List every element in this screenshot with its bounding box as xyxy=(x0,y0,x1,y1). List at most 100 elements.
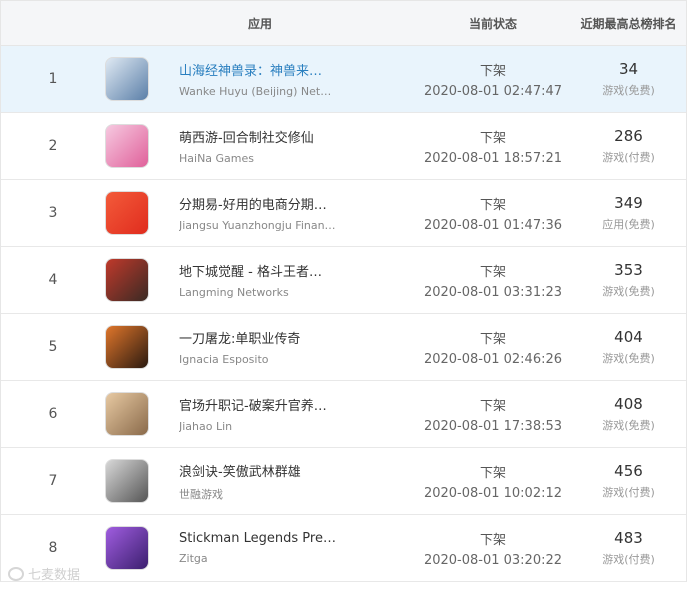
top-rank-category: 游戏(付费) xyxy=(602,553,655,566)
yidaotulong-app-icon[interactable] xyxy=(105,325,149,369)
app-icon-cell[interactable] xyxy=(105,448,179,514)
header-app[interactable]: 应用 xyxy=(105,1,415,45)
top-rank-category: 游戏(免费) xyxy=(602,285,655,298)
top-rank-cell: 286 游戏(付费) xyxy=(571,127,686,165)
status-time: 2020-08-01 03:31:23 xyxy=(423,284,563,300)
header-status[interactable]: 当前状态 xyxy=(415,1,571,45)
app-info: 一刀屠龙:单职业传奇 Ignacia Esposito xyxy=(179,328,415,366)
app-info: 分期易-好用的电商分期… Jiangsu Yuanzhongju Finan… xyxy=(179,194,415,232)
top-rank-cell: 34 游戏(免费) xyxy=(571,60,686,98)
status-time: 2020-08-01 02:47:47 xyxy=(423,83,563,99)
app-icon-cell[interactable] xyxy=(105,46,179,112)
langjianjue-app-icon[interactable] xyxy=(105,459,149,503)
status-text: 下架 xyxy=(479,264,506,280)
status-time: 2020-08-01 01:47:36 xyxy=(423,217,563,233)
app-name[interactable]: 分期易-好用的电商分期… xyxy=(179,194,339,213)
app-info: 官场升职记-破案升官养… Jiahao Lin xyxy=(179,395,415,433)
top-rank-cell: 404 游戏(免费) xyxy=(571,328,686,366)
app-name[interactable]: 一刀屠龙:单职业传奇 xyxy=(179,328,339,347)
developer-name[interactable]: Jiangsu Yuanzhongju Finan… xyxy=(179,219,339,232)
ranking-table: 应用 当前状态 近期最高总榜排名 1 山海经神兽录：神兽来… Wanke Huy… xyxy=(0,0,687,582)
status-cell: 下架 2020-08-01 03:20:22 xyxy=(415,529,571,568)
app-info: 地下城觉醒 - 格斗王者… Langming Networks xyxy=(179,261,415,299)
rank-number: 5 xyxy=(48,339,58,355)
rank-number: 1 xyxy=(48,71,58,87)
table-row[interactable]: 3 分期易-好用的电商分期… Jiangsu Yuanzhongju Finan… xyxy=(1,180,686,247)
rank-number: 6 xyxy=(48,406,58,422)
app-icon-cell[interactable] xyxy=(105,314,179,380)
top-rank-cell: 349 应用(免费) xyxy=(571,194,686,232)
app-name[interactable]: 山海经神兽录：神兽来… xyxy=(179,60,339,79)
top-rank-cell: 353 游戏(免费) xyxy=(571,261,686,299)
mengxiyou-app-icon[interactable] xyxy=(105,124,149,168)
status-text: 下架 xyxy=(479,63,506,79)
developer-name[interactable]: HaiNa Games xyxy=(179,152,339,165)
top-rank-category: 游戏(免费) xyxy=(602,84,655,97)
app-icon-cell[interactable] xyxy=(105,247,179,313)
status-time: 2020-08-01 03:20:22 xyxy=(423,552,563,568)
top-rank-category: 应用(免费) xyxy=(602,218,655,231)
top-rank-category: 游戏(免费) xyxy=(602,419,655,432)
table-body: 1 山海经神兽录：神兽来… Wanke Huyu (Beijing) Netw…… xyxy=(1,46,686,582)
app-name[interactable]: 浪剑诀-笑傲武林群雄 xyxy=(179,461,339,480)
top-rank-number: 408 xyxy=(614,395,643,413)
app-info: Stickman Legends Pre… Zitga xyxy=(179,531,415,565)
rank-number: 4 xyxy=(48,272,58,288)
status-cell: 下架 2020-08-01 17:38:53 xyxy=(415,395,571,434)
table-row[interactable]: 1 山海经神兽录：神兽来… Wanke Huyu (Beijing) Netw…… xyxy=(1,46,686,113)
app-name[interactable]: 官场升职记-破案升官养… xyxy=(179,395,339,414)
app-info: 山海经神兽录：神兽来… Wanke Huyu (Beijing) Netw… xyxy=(179,60,415,98)
app-icon-cell[interactable] xyxy=(105,113,179,179)
top-rank-number: 353 xyxy=(614,261,643,279)
status-text: 下架 xyxy=(479,197,506,213)
table-row[interactable]: 4 地下城觉醒 - 格斗王者… Langming Networks 下架 202… xyxy=(1,247,686,314)
developer-name[interactable]: Wanke Huyu (Beijing) Netw… xyxy=(179,85,339,98)
rank-number: 3 xyxy=(48,205,58,221)
table-row[interactable]: 6 官场升职记-破案升官养… Jiahao Lin 下架 2020-08-01 … xyxy=(1,381,686,448)
app-icon-cell[interactable] xyxy=(105,180,179,246)
app-icon-cell[interactable] xyxy=(105,381,179,447)
top-rank-category: 游戏(免费) xyxy=(602,352,655,365)
table-row[interactable]: 2 萌西游-回合制社交修仙 HaiNa Games 下架 2020-08-01 … xyxy=(1,113,686,180)
status-text: 下架 xyxy=(479,465,506,481)
app-name[interactable]: 地下城觉醒 - 格斗王者… xyxy=(179,261,339,280)
top-rank-number: 404 xyxy=(614,328,643,346)
status-cell: 下架 2020-08-01 01:47:36 xyxy=(415,194,571,233)
developer-name[interactable]: Langming Networks xyxy=(179,286,339,299)
table-row[interactable]: 5 一刀屠龙:单职业传奇 Ignacia Esposito 下架 2020-08… xyxy=(1,314,686,381)
developer-name[interactable]: Jiahao Lin xyxy=(179,420,339,433)
rank-number: 8 xyxy=(48,540,58,556)
app-name[interactable]: Stickman Legends Pre… xyxy=(179,531,339,546)
header-rank xyxy=(1,1,105,45)
status-text: 下架 xyxy=(479,130,506,146)
app-icon-cell[interactable] xyxy=(105,515,179,581)
developer-name[interactable]: Ignacia Esposito xyxy=(179,353,339,366)
watermark-text: 七麦数据 xyxy=(28,568,81,583)
app-info: 浪剑诀-笑傲武林群雄 世融游戏 xyxy=(179,461,415,502)
shanhaijing-app-icon[interactable] xyxy=(105,57,149,101)
stickman-app-icon[interactable] xyxy=(105,526,149,570)
fenqiyi-app-icon[interactable] xyxy=(105,191,149,235)
top-rank-number: 34 xyxy=(618,60,639,78)
header-top-rank[interactable]: 近期最高总榜排名 xyxy=(571,1,686,45)
developer-name[interactable]: 世融游戏 xyxy=(179,486,339,502)
table-row[interactable]: 7 浪剑诀-笑傲武林群雄 世融游戏 下架 2020-08-01 10:02:12… xyxy=(1,448,686,515)
top-rank-number: 286 xyxy=(614,127,643,145)
top-rank-cell: 483 游戏(付费) xyxy=(571,529,686,567)
status-cell: 下架 2020-08-01 03:31:23 xyxy=(415,261,571,300)
top-rank-cell: 456 游戏(付费) xyxy=(571,462,686,500)
status-cell: 下架 2020-08-01 02:47:47 xyxy=(415,60,571,99)
status-cell: 下架 2020-08-01 18:57:21 xyxy=(415,127,571,166)
rank-number: 7 xyxy=(48,473,58,489)
rank-number: 2 xyxy=(48,138,58,154)
status-cell: 下架 2020-08-01 10:02:12 xyxy=(415,462,571,501)
top-rank-category: 游戏(付费) xyxy=(602,151,655,164)
guanchang-app-icon[interactable] xyxy=(105,392,149,436)
table-header: 应用 当前状态 近期最高总榜排名 xyxy=(1,0,686,46)
top-rank-category: 游戏(付费) xyxy=(602,486,655,499)
dixiacheng-app-icon[interactable] xyxy=(105,258,149,302)
developer-name[interactable]: Zitga xyxy=(179,552,339,565)
table-row[interactable]: 8 Stickman Legends Pre… Zitga 下架 2020-08… xyxy=(1,515,686,582)
top-rank-number: 349 xyxy=(614,194,643,212)
app-name[interactable]: 萌西游-回合制社交修仙 xyxy=(179,127,339,146)
